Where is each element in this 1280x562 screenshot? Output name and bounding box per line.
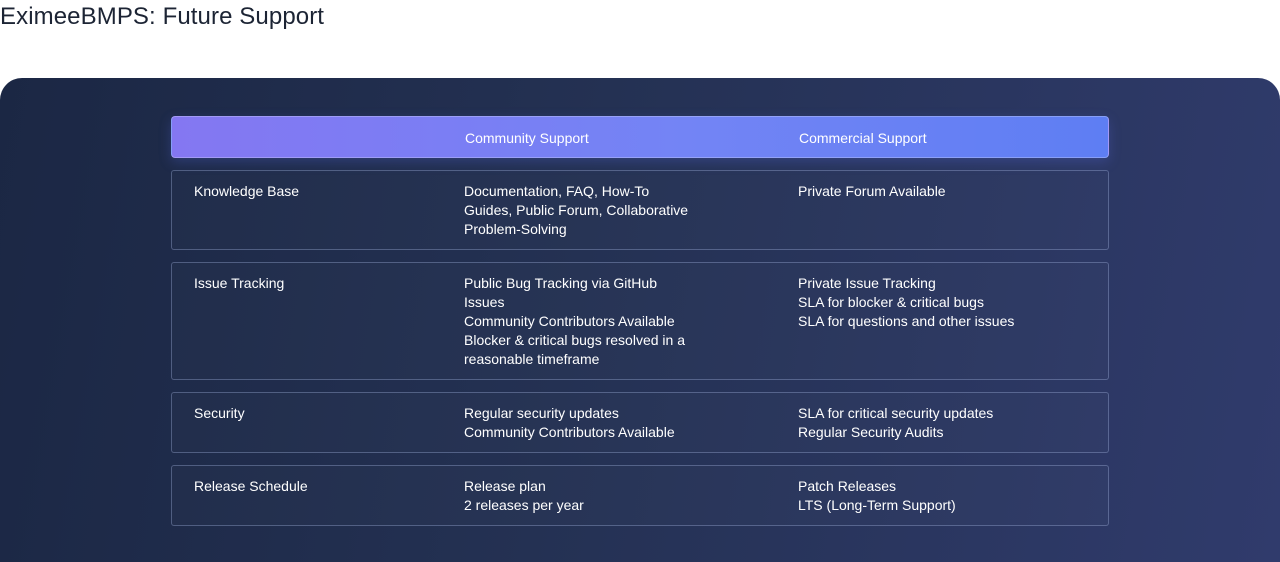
commercial-line: SLA for critical security updates (798, 405, 994, 421)
community-cell: Documentation, FAQ, How-To Guides, Publi… (464, 182, 704, 239)
support-comparison-table: Community Support Commercial Support Kno… (171, 116, 1109, 526)
commercial-line: SLA for questions and other issues (798, 313, 1015, 329)
commercial-line: Patch Releases (798, 478, 897, 494)
commercial-cell: Patch Releases LTS (Long-Term Support) (798, 477, 1098, 515)
community-line: reasonable timeframe (464, 351, 600, 367)
table-row-issue-tracking: Issue Tracking Public Bug Tracking via G… (171, 262, 1109, 380)
commercial-line: Regular Security Audits (798, 424, 944, 440)
support-comparison-panel: Community Support Commercial Support Kno… (0, 78, 1280, 562)
community-line: Guides, Public Forum, Collaborative (464, 202, 689, 218)
community-line: Blocker & critical bugs resolved in a (464, 332, 685, 348)
community-cell: Public Bug Tracking via GitHub Issues Co… (464, 274, 704, 369)
community-line: Problem-Solving (464, 221, 567, 237)
feature-cell: Release Schedule (194, 478, 308, 494)
community-line: 2 releases per year (464, 497, 584, 513)
table-row-security: Security Regular security updates Commun… (171, 392, 1109, 453)
community-cell: Release plan 2 releases per year (464, 477, 704, 515)
commercial-line: LTS (Long-Term Support) (798, 497, 956, 513)
feature-cell: Security (194, 405, 245, 421)
table-row-release-schedule: Release Schedule Release plan 2 releases… (171, 465, 1109, 526)
feature-cell: Knowledge Base (194, 183, 300, 199)
commercial-cell: Private Issue Tracking SLA for blocker &… (798, 274, 1098, 331)
commercial-line: SLA for blocker & critical bugs (798, 294, 984, 310)
community-line: Issues (464, 294, 505, 310)
table-header-row: Community Support Commercial Support (171, 116, 1109, 158)
header-commercial-support: Commercial Support (799, 130, 927, 146)
commercial-cell: SLA for critical security updates Regula… (798, 404, 1098, 442)
commercial-cell: Private Forum Available (798, 182, 1098, 201)
community-cell: Regular security updates Community Contr… (464, 404, 704, 442)
table-row-knowledge-base: Knowledge Base Documentation, FAQ, How-T… (171, 170, 1109, 250)
commercial-line: Private Issue Tracking (798, 275, 936, 291)
community-line: Release plan (464, 478, 546, 494)
community-line: Documentation, FAQ, How-To (464, 183, 650, 199)
page-title: EximeeBMPS: Future Support (0, 3, 325, 30)
header-community-support: Community Support (465, 130, 589, 146)
commercial-line: Private Forum Available (798, 183, 946, 199)
feature-cell: Issue Tracking (194, 275, 285, 291)
community-line: Public Bug Tracking via GitHub (464, 275, 657, 291)
community-line: Community Contributors Available (464, 424, 675, 440)
community-line: Community Contributors Available (464, 313, 675, 329)
community-line: Regular security updates (464, 405, 619, 421)
